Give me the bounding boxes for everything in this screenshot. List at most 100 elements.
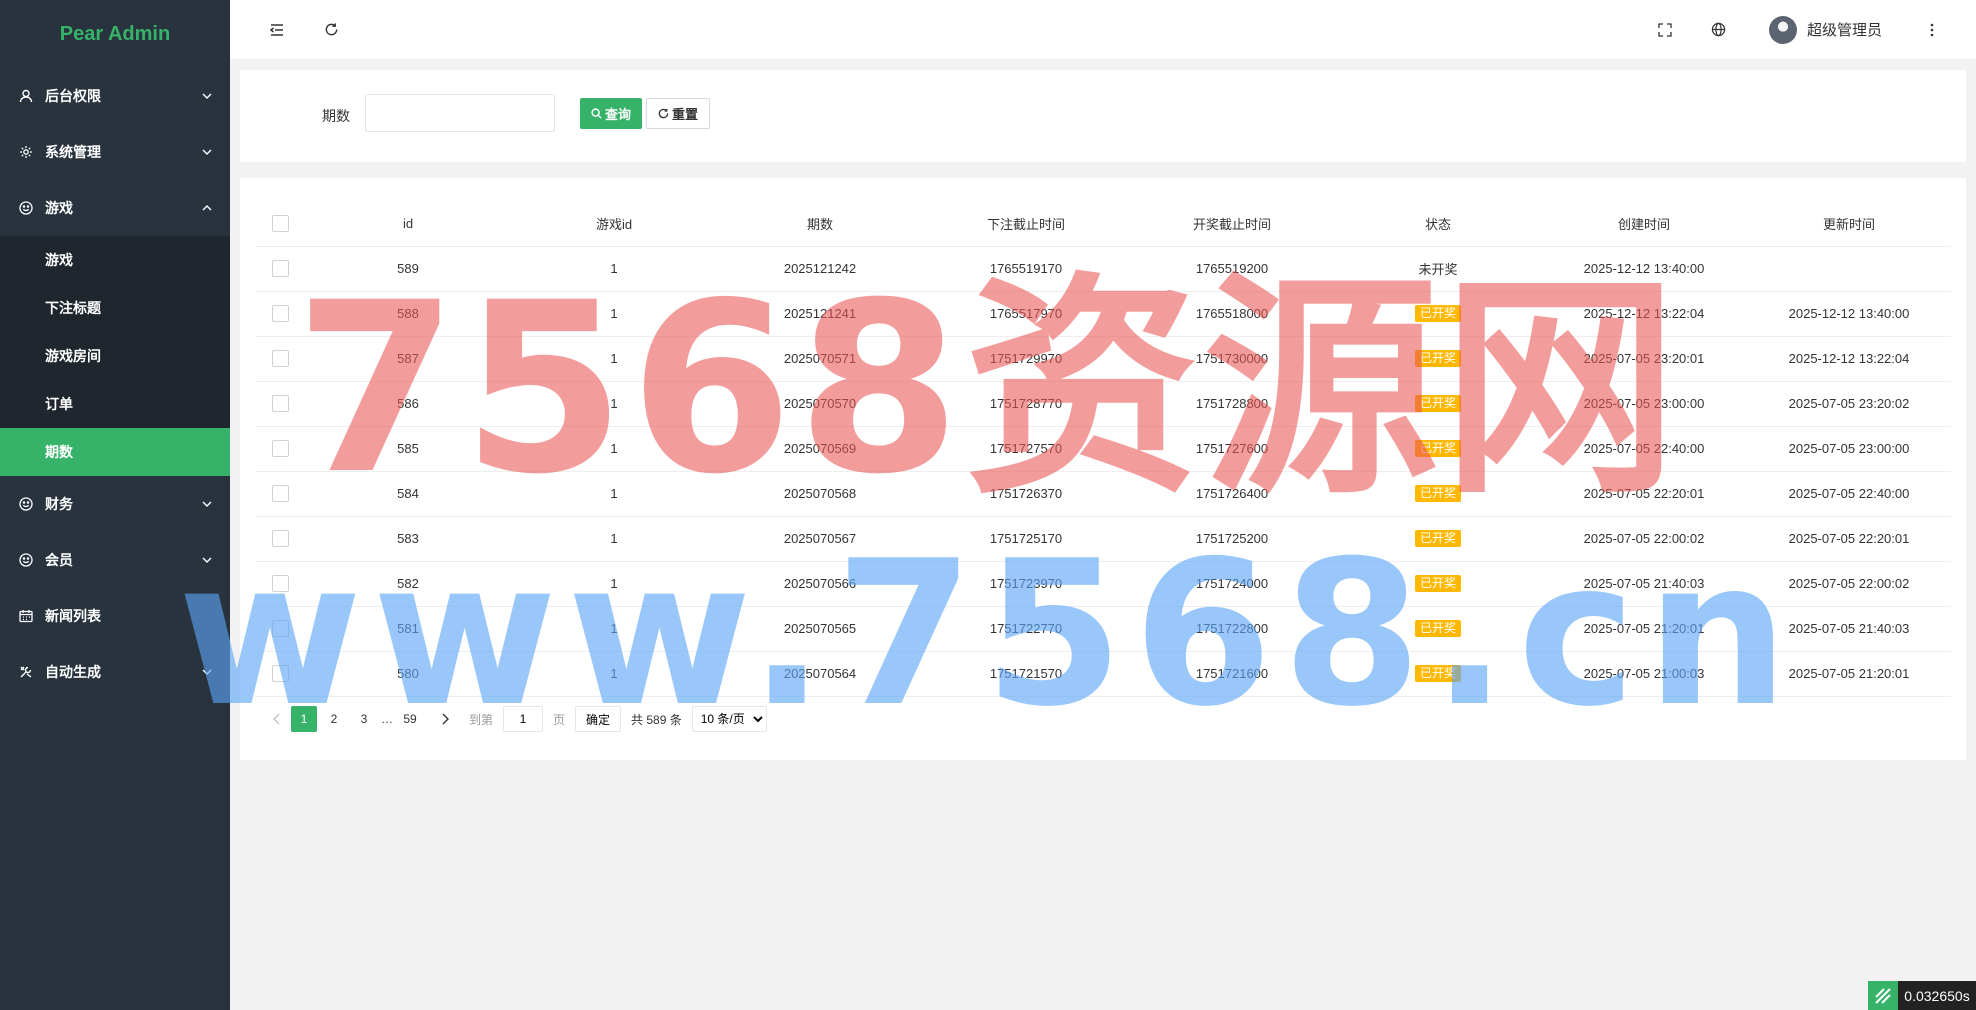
query-button[interactable]: 查询	[580, 98, 642, 129]
cell-bet-end: 1751728770	[923, 381, 1129, 427]
cell-draw-end: 1765518000	[1129, 291, 1335, 337]
fullscreen-icon[interactable]	[1649, 14, 1681, 46]
cell-game-id: 1	[511, 471, 717, 517]
page-number[interactable]: 3	[351, 706, 377, 732]
search-card: 期数 查询 重置	[240, 70, 1966, 162]
globe-icon[interactable]	[1703, 14, 1735, 46]
row-checkbox[interactable]	[271, 575, 289, 593]
gear-icon	[19, 145, 33, 159]
prev-page-icon[interactable]	[265, 706, 289, 732]
sidebar-subitem-orders[interactable]: 订单	[0, 380, 230, 428]
cell-created: 2025-07-05 21:00:03	[1541, 651, 1747, 697]
cell-bet-end: 1751725170	[923, 516, 1129, 562]
goto-label: 到第	[469, 712, 494, 727]
app-logo[interactable]: Pear Admin	[0, 0, 230, 68]
collapse-menu-icon[interactable]	[261, 14, 293, 46]
row-checkbox[interactable]	[271, 260, 289, 278]
cell-game-id: 1	[511, 651, 717, 697]
cell-updated: 2025-07-05 21:20:01	[1747, 651, 1951, 697]
user-menu[interactable]: 超级管理员	[1768, 15, 1882, 44]
cell-draw-end: 1751722800	[1129, 606, 1335, 652]
column-header: 状态	[1335, 201, 1541, 247]
sidebar-item-news-list[interactable]: 新闻列表	[0, 588, 230, 644]
chevron-down-icon	[201, 554, 213, 566]
cell-bet-end: 1751722770	[923, 606, 1129, 652]
search-icon	[591, 108, 602, 119]
cell-updated: 2025-12-12 13:40:00	[1747, 291, 1951, 337]
refresh-icon[interactable]	[315, 14, 347, 46]
sidebar-item-members[interactable]: 会员	[0, 532, 230, 588]
row-checkbox[interactable]	[271, 665, 289, 683]
cell-status: 已开奖	[1335, 651, 1541, 697]
goto-confirm-button[interactable]: 确定	[575, 706, 622, 732]
row-select-cell	[255, 246, 305, 292]
query-button-label: 查询	[604, 107, 631, 122]
cell-issue: 2025070569	[717, 426, 923, 472]
table-row: 587 1 2025070571 1751729970 1751730000 已开奖 202…	[255, 336, 1951, 382]
status-badge: 已开奖	[1414, 485, 1461, 502]
next-page-icon[interactable]	[433, 706, 457, 732]
sidebar-item-admin-permissions[interactable]: 后台权限	[0, 68, 230, 124]
status-badge: 已开奖	[1414, 665, 1461, 682]
timer-value: 0.032650s	[1898, 981, 1976, 1010]
status-badge: 已开奖	[1414, 530, 1461, 547]
row-select-cell	[255, 291, 305, 337]
cell-issue: 2025070566	[717, 561, 923, 607]
row-checkbox[interactable]	[271, 530, 289, 548]
cell-game-id: 1	[511, 246, 717, 292]
cell-id: 588	[305, 291, 511, 337]
row-checkbox[interactable]	[271, 485, 289, 503]
select-all-checkbox[interactable]	[271, 214, 289, 232]
row-checkbox[interactable]	[271, 350, 289, 368]
cell-draw-end: 1751726400	[1129, 471, 1335, 517]
more-vertical-icon[interactable]	[1916, 14, 1948, 46]
status-badge: 已开奖	[1414, 395, 1461, 412]
sidebar-item-system-management[interactable]: 系统管理	[0, 124, 230, 180]
reset-button[interactable]: 重置	[646, 98, 710, 129]
status-badge: 已开奖	[1414, 440, 1461, 457]
goto-page-input[interactable]	[503, 706, 544, 732]
row-checkbox[interactable]	[271, 620, 289, 638]
cell-updated	[1747, 246, 1951, 292]
chevron-down-icon	[201, 498, 213, 510]
chevron-down-icon	[201, 90, 213, 102]
status-badge: 已开奖	[1414, 620, 1461, 637]
reset-button-label: 重置	[671, 107, 698, 122]
calendar-icon	[19, 609, 33, 623]
row-checkbox[interactable]	[271, 395, 289, 413]
cell-created: 2025-12-12 13:22:04	[1541, 291, 1747, 337]
issue-search-input[interactable]	[365, 94, 555, 132]
sidebar-subitem-issues[interactable]: 期数	[0, 428, 230, 476]
cell-id: 583	[305, 516, 511, 562]
chevron-up-icon	[201, 202, 213, 214]
status-badge: 已开奖	[1414, 350, 1461, 367]
sidebar-item-label: 会员	[45, 552, 73, 568]
sidebar-item-auto-generate[interactable]: 自动生成	[0, 644, 230, 700]
sidebar: Pear Admin 后台权限 系统管理 游戏 游戏 下注标题 游戏房间 订单 …	[0, 0, 230, 1010]
sidebar-item-label: 系统管理	[45, 144, 101, 160]
row-checkbox[interactable]	[271, 305, 289, 323]
cell-game-id: 1	[511, 516, 717, 562]
column-header: 期数	[717, 201, 923, 247]
sidebar-item-games[interactable]: 游戏	[0, 180, 230, 236]
sidebar-subitem-bet-titles[interactable]: 下注标题	[0, 284, 230, 332]
table-row: 586 1 2025070570 1751728770 1751728800 已开奖 202…	[255, 381, 1951, 427]
page-size-select[interactable]: 10 条/页	[691, 706, 767, 732]
sidebar-subitem-games[interactable]: 游戏	[0, 236, 230, 284]
page-number[interactable]: 2	[321, 706, 347, 732]
row-checkbox[interactable]	[271, 440, 289, 458]
page-number-last[interactable]: 59	[397, 706, 423, 732]
page-number-current[interactable]: 1	[291, 706, 317, 732]
sidebar-item-label: 新闻列表	[45, 608, 101, 624]
cell-created: 2025-07-05 22:00:02	[1541, 516, 1747, 562]
sidebar-item-finance[interactable]: 财务	[0, 476, 230, 532]
table-row: 583 1 2025070567 1751725170 1751725200 已开奖 202…	[255, 516, 1951, 562]
user-icon	[19, 89, 33, 103]
pagination: 1 2 3 … 59 到第 页 确定 共 589 条 10 条/页	[265, 706, 767, 732]
table-row: 585 1 2025070569 1751727570 1751727600 已开奖 202…	[255, 426, 1951, 472]
cell-issue: 2025121241	[717, 291, 923, 337]
cell-id: 584	[305, 471, 511, 517]
cell-status: 已开奖	[1335, 606, 1541, 652]
sidebar-subitem-game-rooms[interactable]: 游戏房间	[0, 332, 230, 380]
cell-id: 581	[305, 606, 511, 652]
